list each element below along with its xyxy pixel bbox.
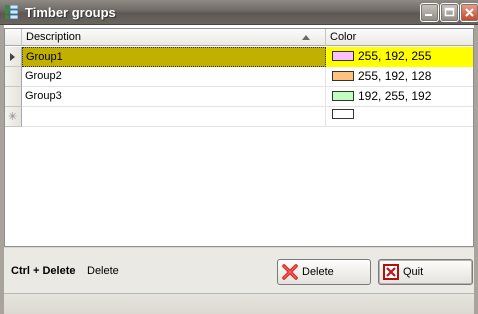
description-cell[interactable]: Group1: [22, 47, 326, 67]
description-cell[interactable]: [22, 107, 326, 127]
shortcut-description: Delete: [87, 265, 119, 277]
sort-ascending-icon: [302, 35, 310, 40]
color-swatch: [332, 91, 354, 101]
status-bar: [4, 293, 474, 314]
row-header-corner[interactable]: [5, 29, 22, 46]
color-swatch: [332, 51, 354, 61]
current-row-arrow-icon: [10, 53, 15, 61]
row-header[interactable]: ✳: [5, 107, 22, 127]
color-cell[interactable]: 192, 255, 192: [326, 87, 473, 107]
close-button[interactable]: [460, 3, 478, 22]
quit-button-label: Quit: [403, 266, 424, 278]
table-row[interactable]: Group2 255, 192, 128: [5, 67, 473, 87]
close-icon: [465, 8, 474, 17]
color-cell[interactable]: 255, 192, 255: [326, 47, 473, 67]
title-bar: Timber groups: [0, 0, 478, 25]
window-frame-right: [474, 25, 478, 314]
delete-button[interactable]: Delete: [277, 259, 371, 285]
red-x-icon: [282, 264, 298, 280]
column-header-description-label: Description: [26, 31, 82, 43]
footer-panel: Ctrl + Delete Delete Delete Quit: [4, 247, 474, 293]
table-row[interactable]: Group3 192, 255, 192: [5, 87, 473, 107]
table-row[interactable]: Group1 255, 192, 255: [5, 47, 473, 67]
new-row[interactable]: ✳: [5, 107, 473, 127]
row-header[interactable]: [5, 67, 22, 87]
maximize-button[interactable]: [440, 3, 459, 22]
grid-header: Description Color: [5, 29, 473, 46]
delete-button-label: Delete: [302, 266, 334, 278]
minimize-button[interactable]: [420, 3, 439, 22]
description-cell[interactable]: Group2: [22, 67, 326, 87]
maximize-icon: [444, 7, 455, 17]
color-cell[interactable]: 255, 192, 128: [326, 67, 473, 87]
color-cell[interactable]: [326, 107, 473, 127]
column-header-description[interactable]: Description: [22, 29, 326, 46]
color-value: 192, 255, 192: [358, 89, 432, 103]
timber-groups-grid[interactable]: Description Color Group1 255, 192, 255 G…: [4, 28, 474, 247]
color-value: 255, 192, 128: [358, 69, 432, 83]
color-swatch: [332, 71, 354, 81]
description-cell[interactable]: Group3: [22, 87, 326, 107]
color-value: 255, 192, 255: [358, 49, 432, 63]
quit-button[interactable]: Quit: [378, 259, 473, 285]
column-header-color-label: Color: [330, 31, 357, 43]
window-title: Timber groups: [25, 5, 116, 20]
row-header[interactable]: [5, 87, 22, 107]
shortcut-key: Ctrl + Delete: [11, 265, 76, 277]
color-swatch: [332, 109, 354, 119]
new-row-star-icon: ✳: [8, 111, 18, 123]
row-header[interactable]: [5, 47, 22, 67]
exit-icon: [383, 264, 399, 280]
grid-app-icon: [5, 5, 18, 19]
minimize-icon: [425, 14, 432, 16]
column-header-color[interactable]: Color: [326, 29, 473, 46]
